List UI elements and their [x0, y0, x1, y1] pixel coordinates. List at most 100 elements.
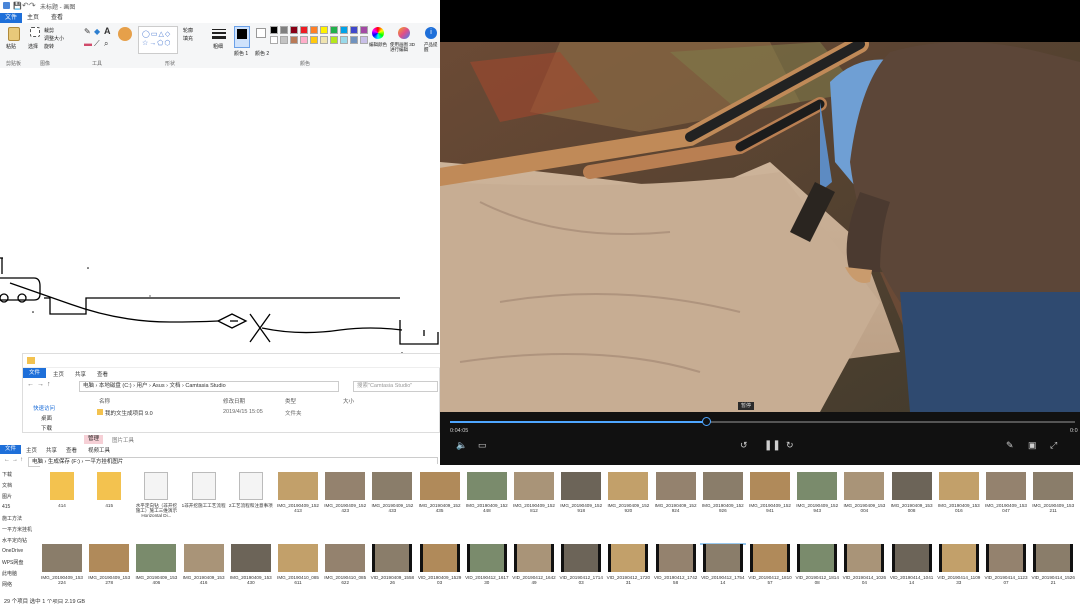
palette-swatch[interactable] — [290, 36, 298, 44]
col-name[interactable]: 名称 — [99, 397, 110, 405]
line-size-icon[interactable] — [212, 27, 226, 41]
color-picker-icon[interactable]: ⟋ — [94, 39, 100, 49]
palette-swatch[interactable] — [290, 26, 298, 34]
file-name: IMG_20190409_152943 — [796, 503, 839, 514]
address-bar[interactable]: 电脑 › 本地磁盘 (C:) › 用户 › Asus › 文档 › Camtas… — [79, 381, 339, 392]
nav-item[interactable]: 水平定向钻 — [2, 537, 27, 544]
tab-file[interactable]: 文件 — [0, 13, 23, 23]
manage-badge[interactable]: 管理 — [84, 435, 104, 444]
rotate-button[interactable]: 旋转 — [44, 43, 54, 50]
quick-save-icon[interactable]: 💾 — [13, 2, 22, 10]
file-name: IMG_20190410_085622 — [324, 575, 367, 586]
subtitles-icon[interactable]: ▭ — [478, 440, 487, 451]
palette-swatch[interactable] — [350, 36, 358, 44]
nav-item[interactable]: 图片 — [2, 493, 12, 500]
tab-view[interactable]: 查看 — [66, 446, 77, 454]
nav-item[interactable]: 文档 — [2, 482, 12, 489]
tab-home[interactable]: 主页 — [53, 370, 64, 378]
palette-swatch[interactable] — [320, 36, 328, 44]
nav-item[interactable]: 一平方米挂机 — [2, 526, 32, 533]
forward-30-icon[interactable]: ↻ — [786, 440, 794, 451]
palette-swatch[interactable] — [300, 26, 308, 34]
pause-icon[interactable]: ❚❚ — [764, 440, 781, 451]
nav-desktop[interactable]: 桌面 — [41, 414, 52, 422]
color1-selector[interactable] — [234, 26, 250, 48]
paste-icon[interactable] — [8, 27, 20, 41]
palette-swatch[interactable] — [300, 36, 308, 44]
palette-swatch[interactable] — [330, 26, 338, 34]
photo-thumbnail — [844, 472, 885, 500]
photo-thumbnail — [230, 544, 271, 572]
fullscreen-icon[interactable]: ⤢ — [1050, 440, 1057, 451]
nav-item[interactable]: OneDrive — [2, 548, 23, 554]
nav-item[interactable]: 施工方法 — [2, 515, 22, 522]
resize-button[interactable]: 调整大小 — [44, 35, 64, 42]
miniplayer-icon[interactable]: ▣ — [1028, 440, 1037, 451]
volume-icon[interactable]: 🔈 — [456, 440, 467, 451]
crop-button[interactable]: 裁剪 — [44, 27, 54, 34]
magnifier-icon[interactable]: ⌕ — [104, 39, 108, 49]
rewind-10-icon[interactable]: ↺ — [740, 440, 748, 451]
palette-swatch[interactable] — [330, 36, 338, 44]
nav-item[interactable]: 415 — [2, 504, 10, 510]
pencil-icon[interactable]: ✎ — [84, 27, 91, 36]
color-palette[interactable] — [270, 26, 370, 46]
palette-swatch[interactable] — [320, 26, 328, 34]
nav-arrows-icon[interactable]: ←→↑ — [4, 457, 25, 463]
nav-arrows-icon[interactable]: ←→↑ — [27, 381, 54, 388]
nav-quick-access[interactable]: 快速访问 — [33, 404, 55, 412]
tab-view[interactable]: 查看 — [97, 370, 108, 378]
edit-colors-icon[interactable] — [372, 27, 384, 39]
redo-icon[interactable]: ↷ — [29, 1, 36, 10]
paint3d-icon[interactable] — [398, 27, 410, 39]
nav-item[interactable]: WPS网盘 — [2, 559, 23, 566]
file-name: VID_20190412_181057 — [748, 575, 792, 586]
color2-selector[interactable] — [256, 28, 266, 38]
photo-thumbnail — [89, 544, 130, 572]
text-tool-icon[interactable]: A — [104, 26, 111, 36]
nav-item[interactable]: 此电脑 — [2, 570, 17, 577]
palette-swatch[interactable] — [270, 26, 278, 34]
tab-home[interactable]: 主页 — [22, 13, 44, 23]
tab-share[interactable]: 共享 — [46, 446, 57, 454]
palette-swatch[interactable] — [360, 36, 368, 44]
col-type[interactable]: 类型 — [285, 397, 296, 405]
select-icon[interactable] — [30, 27, 40, 37]
col-date[interactable]: 修改日期 — [223, 397, 245, 405]
video-thumbnail — [561, 544, 602, 572]
palette-swatch[interactable] — [270, 36, 278, 44]
table-row[interactable]: 我的文生成项目 9.0 2019/4/15 15:05 文件夹 — [95, 408, 435, 418]
tab-file[interactable]: 文件 — [23, 368, 47, 378]
search-input[interactable]: 搜索"Camtasia Studio" — [353, 381, 438, 392]
tab-file[interactable]: 文件 — [0, 445, 22, 454]
tab-share[interactable]: 共享 — [75, 370, 86, 378]
seek-track[interactable] — [450, 421, 1075, 423]
edit-icon[interactable]: ✎ — [1006, 440, 1014, 451]
outline-button[interactable]: 轮廓 — [183, 27, 193, 34]
seek-thumb[interactable] — [702, 417, 712, 426]
undo-icon[interactable]: ↶ — [22, 1, 29, 10]
fill-bucket-icon[interactable]: ◆ — [94, 27, 100, 36]
palette-swatch[interactable] — [310, 26, 318, 34]
eraser-icon[interactable]: ▬ — [84, 39, 92, 48]
palette-swatch[interactable] — [360, 26, 368, 34]
tab-video-tools[interactable]: 视频工具 — [88, 446, 110, 454]
video-frame[interactable] — [440, 42, 1080, 412]
tab-view[interactable]: 查看 — [46, 13, 68, 23]
palette-swatch[interactable] — [280, 36, 288, 44]
file-name: VID_20190409_155826 — [370, 575, 415, 586]
fill-button[interactable]: 填充 — [183, 35, 193, 42]
brushes-icon[interactable] — [118, 27, 132, 41]
palette-swatch[interactable] — [340, 26, 348, 34]
col-size[interactable]: 大小 — [343, 397, 354, 405]
palette-swatch[interactable] — [280, 26, 288, 34]
shapes-gallery[interactable]: ◯▭△◇ ☆→⬠⬡ — [138, 26, 178, 54]
tab-home[interactable]: 主页 — [26, 446, 37, 454]
nav-downloads[interactable]: 下载 — [41, 424, 52, 432]
palette-swatch[interactable] — [340, 36, 348, 44]
palette-swatch[interactable] — [310, 36, 318, 44]
palette-swatch[interactable] — [350, 26, 358, 34]
nav-item[interactable]: 网络 — [2, 581, 12, 588]
info-icon[interactable]: i — [425, 27, 437, 39]
nav-item[interactable]: 下载 — [2, 471, 12, 478]
